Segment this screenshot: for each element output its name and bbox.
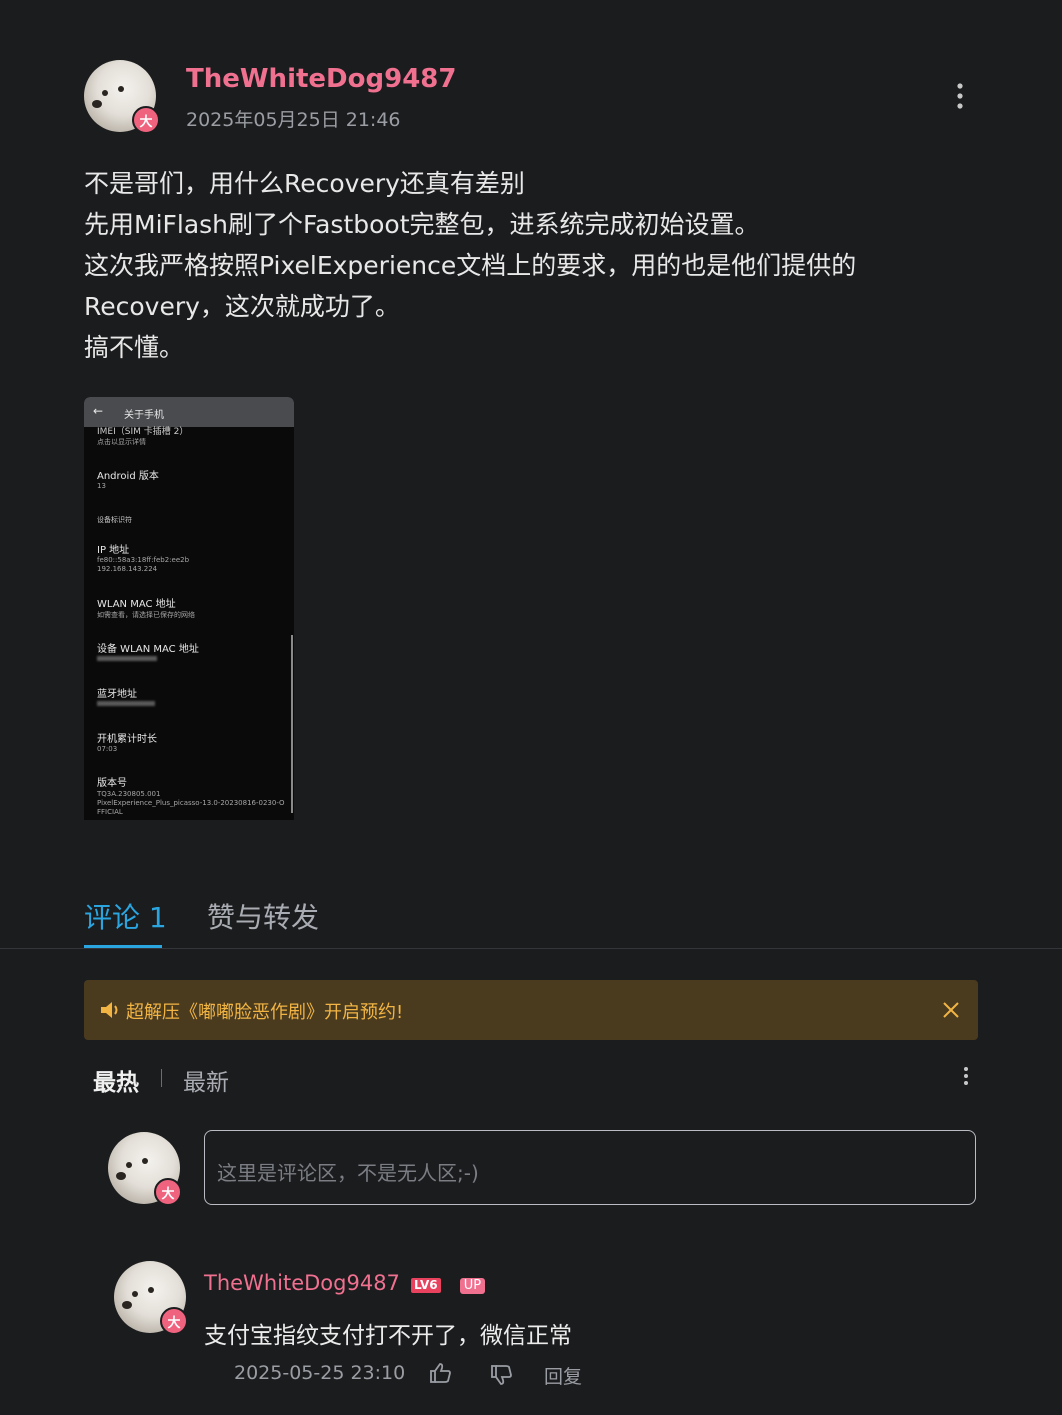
tab-likes-reposts[interactable]: 赞与转发 <box>207 896 319 936</box>
wlan-mac-label: WLAN MAC 地址 <box>97 599 176 610</box>
current-user-badge: 大 <box>154 1178 182 1206</box>
build-line: PixelExperience_Plus_picasso-13.0-202308… <box>97 799 285 807</box>
blurred-value <box>97 656 157 661</box>
sort-hot[interactable]: 最热 <box>93 1063 139 1097</box>
commenter-badge: 大 <box>160 1307 188 1335</box>
comment-header: TheWhiteDog9487 LV6 UP <box>204 1271 486 1295</box>
device-wlan-mac-label: 设备 WLAN MAC 地址 <box>97 644 199 655</box>
up-badge: UP <box>459 1277 486 1294</box>
post-timestamp: 2025年05月25日 21:46 <box>186 109 401 131</box>
post-line: Recovery，这次就成功了。 <box>84 292 400 321</box>
back-arrow-icon: ← <box>93 404 104 418</box>
sort-divider <box>161 1069 162 1087</box>
more-options-icon[interactable] <box>950 82 970 112</box>
ip-v6: fe80::58a3:18ff:feb2:ee2b <box>97 556 190 564</box>
notice-text[interactable]: 超解压《嘟嘟脸恶作剧》开启预约! <box>126 998 403 1024</box>
scrollbar <box>291 635 293 813</box>
ip-label: IP 地址 <box>97 545 130 556</box>
comment-input[interactable]: 这里是评论区，不是无人区;-) <box>204 1130 976 1205</box>
section-label: 设备标识符 <box>97 516 132 524</box>
android-version-value: 13 <box>97 482 106 490</box>
post-line: 不是哥们，用什么Recovery还真有差别 <box>84 169 525 198</box>
speaker-icon <box>100 1000 122 1024</box>
level-badge: LV6 <box>411 1278 441 1293</box>
wlan-mac-sub: 如需查看，请选择已保存的网络 <box>97 611 195 619</box>
reply-button[interactable]: 回复 <box>544 1362 582 1389</box>
close-icon[interactable] <box>942 1001 960 1023</box>
attached-screenshot[interactable]: ← 关于手机 IMEI（SIM 卡插槽 2） 点击以显示详情 Android 版… <box>84 397 294 820</box>
tab-comments[interactable]: 评论 1 <box>84 896 167 936</box>
post-line: 先用MiFlash刷了个Fastboot完整包，进系统完成初始设置。 <box>84 210 760 239</box>
uptime-label: 开机累计时长 <box>97 734 157 745</box>
current-user-avatar: 大 <box>108 1132 182 1206</box>
post-line: 搞不懂。 <box>84 333 185 362</box>
sort-new[interactable]: 最新 <box>183 1063 229 1097</box>
imei-label: IMEI（SIM 卡插槽 2） <box>97 427 189 437</box>
thumbs-down-icon[interactable] <box>490 1364 514 1390</box>
author-name[interactable]: TheWhiteDog9487 <box>186 64 456 94</box>
imei-sub: 点击以显示详情 <box>97 438 146 446</box>
commenter-avatar[interactable]: 大 <box>114 1261 188 1335</box>
notice-banner[interactable]: 超解压《嘟嘟脸恶作剧》开启预约! <box>84 980 978 1040</box>
build-number-label: 版本号 <box>97 778 127 789</box>
bluetooth-address-label: 蓝牙地址 <box>97 689 137 700</box>
comment-options-icon[interactable] <box>958 1066 974 1092</box>
android-version-label: Android 版本 <box>97 471 159 482</box>
ip-v4: 192.168.143.224 <box>97 565 158 573</box>
tabs-divider <box>0 948 1062 949</box>
build-line: FFICIAL <box>97 808 123 816</box>
comment-time: 2025-05-25 23:10 <box>234 1362 406 1384</box>
author-avatar[interactable]: 大 <box>84 60 160 134</box>
post-line: 这次我严格按照PixelExperience文档上的要求，用的也是他们提供的 <box>84 251 857 280</box>
screenshot-title: 关于手机 <box>124 410 164 421</box>
screenshot-header <box>84 397 294 427</box>
blurred-value <box>97 701 155 706</box>
build-line: TQ3A.230805.001 <box>97 790 161 798</box>
uptime-value: 07:03 <box>97 745 118 753</box>
comment-text: 支付宝指纹支付打不开了，微信正常 <box>204 1323 572 1349</box>
post-content: 不是哥们，用什么Recovery还真有差别 先用MiFlash刷了个Fastbo… <box>84 163 984 368</box>
thumbs-up-icon[interactable] <box>429 1362 453 1388</box>
commenter-name[interactable]: TheWhiteDog9487 <box>204 1271 400 1295</box>
author-badge: 大 <box>132 106 160 134</box>
